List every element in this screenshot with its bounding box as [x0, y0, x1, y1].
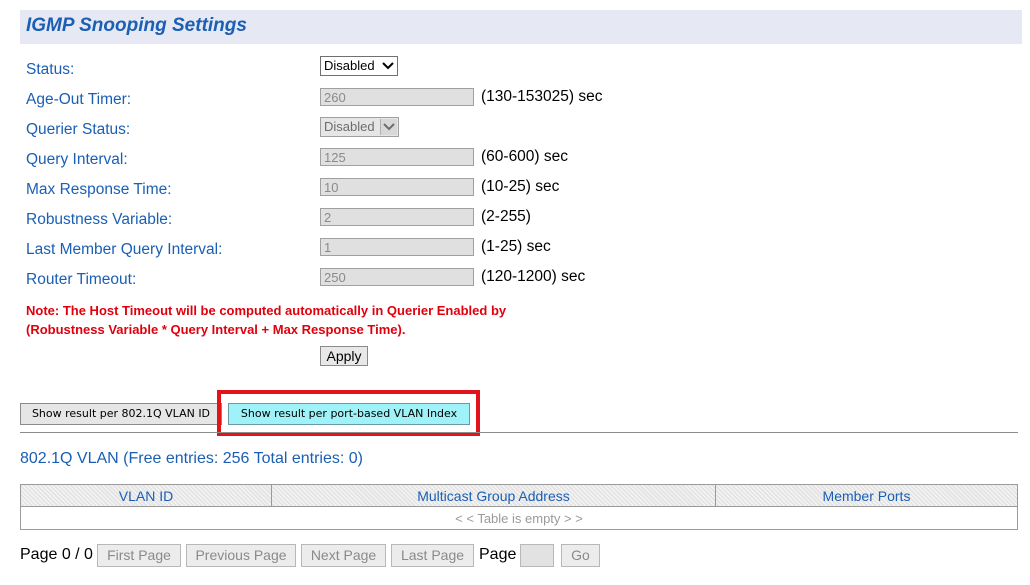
page-label: Page [479, 546, 517, 563]
previous-page-button[interactable]: Previous Page [186, 544, 296, 567]
query-interval-label: Query Interval: [26, 151, 128, 168]
table-row: < < Table is empty > > [20, 506, 1018, 530]
next-page-button[interactable]: Next Page [301, 544, 386, 567]
query-interval-input[interactable]: 125 [320, 148, 474, 166]
table-empty-message: < < Table is empty > > [20, 506, 1018, 530]
age-out-range: (130-153025) sec [481, 88, 603, 105]
status-value: Disabled [324, 58, 375, 73]
vlan-section-title: 802.1Q VLAN (Free entries: 256 Total ent… [20, 450, 363, 467]
chevron-down-icon [380, 119, 397, 135]
age-out-input[interactable]: 260 [320, 88, 474, 106]
tab-vlan-id[interactable]: Show result per 802.1Q VLAN ID [20, 403, 222, 425]
router-timeout-range: (120-1200) sec [481, 268, 586, 285]
age-out-label: Age-Out Timer: [26, 91, 132, 108]
page-number-input[interactable] [520, 544, 554, 567]
querier-status-label: Querier Status: [26, 121, 131, 138]
first-page-button[interactable]: First Page [97, 544, 181, 567]
column-header-multicast-group[interactable]: Multicast Group Address [271, 484, 716, 507]
page-title: IGMP Snooping Settings [26, 15, 247, 36]
last-page-button[interactable]: Last Page [391, 544, 474, 567]
chevron-down-icon [380, 58, 396, 74]
apply-button[interactable]: Apply [320, 346, 368, 366]
status-label: Status: [26, 61, 75, 78]
divider [20, 432, 1018, 433]
column-header-member-ports[interactable]: Member Ports [715, 484, 1018, 507]
max-response-label: Max Response Time: [26, 181, 172, 198]
query-interval-range: (60-600) sec [481, 148, 569, 165]
status-select[interactable]: Disabled [320, 56, 398, 76]
querier-status-value: Disabled [324, 119, 375, 134]
robustness-input[interactable]: 2 [320, 208, 474, 226]
tab-port-based[interactable]: Show result per port-based VLAN Index [228, 403, 470, 425]
max-response-range: (10-25) sec [481, 178, 560, 195]
robustness-label: Robustness Variable: [26, 211, 173, 228]
column-header-vlan-id[interactable]: VLAN ID [20, 484, 272, 507]
vlan-table: VLAN ID Multicast Group Address Member P… [20, 484, 1018, 530]
max-response-input[interactable]: 10 [320, 178, 474, 196]
note-line-2: (Robustness Variable * Query Interval + … [26, 322, 406, 337]
router-timeout-input[interactable]: 250 [320, 268, 474, 286]
page-header: IGMP Snooping Settings [20, 10, 1022, 44]
note-line-1: Note: The Host Timeout will be computed … [26, 303, 507, 318]
router-timeout-label: Router Timeout: [26, 271, 137, 288]
querier-status-select[interactable]: Disabled [320, 117, 399, 137]
last-member-label: Last Member Query Interval: [26, 241, 223, 258]
page-info: Page 0 / 0 [20, 546, 93, 563]
table-header-row: VLAN ID Multicast Group Address Member P… [20, 484, 1018, 507]
go-button[interactable]: Go [561, 544, 600, 567]
robustness-range: (2-255) [481, 208, 531, 225]
last-member-range: (1-25) sec [481, 238, 551, 255]
last-member-input[interactable]: 1 [320, 238, 474, 256]
